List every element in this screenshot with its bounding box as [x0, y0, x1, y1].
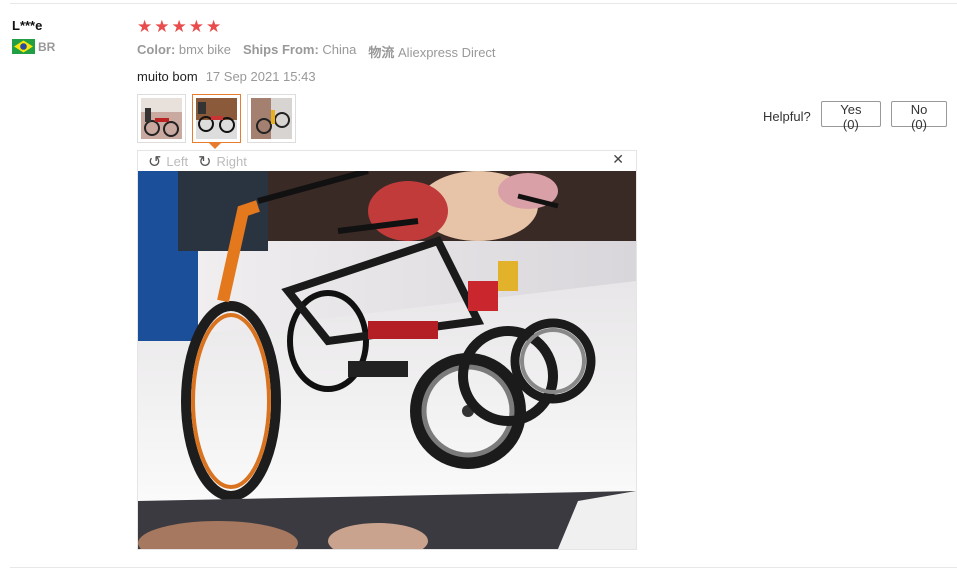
brazil-flag-icon — [12, 39, 35, 54]
helpful-yes-button[interactable]: Yes (0) — [820, 101, 882, 132]
rotate-right-button[interactable]: ↻ Right — [198, 152, 247, 171]
star-icon: ★ — [137, 17, 153, 37]
review-date: 17 Sep 2021 15:43 — [205, 69, 316, 84]
attribute-logistics: 物流 Aliexpress Direct — [368, 45, 496, 60]
bike-thumbnail-image — [196, 98, 237, 139]
bike-thumbnail-image — [251, 98, 292, 139]
review-thumbnail[interactable] — [137, 94, 186, 143]
review-line: muito bom 17 Sep 2021 15:43 — [137, 69, 496, 84]
bike-thumbnail-image — [141, 98, 182, 139]
rotate-right-label: Right — [216, 153, 247, 169]
helpful-no-button[interactable]: No (0) — [891, 101, 947, 132]
thumbnail-strip — [137, 94, 296, 143]
image-viewer: ↺ Left ↻ Right ✕ — [137, 150, 637, 550]
rotate-left-button[interactable]: ↺ Left — [148, 152, 188, 171]
star-icon: ★ — [188, 17, 204, 37]
star-icon: ★ — [154, 17, 170, 37]
buyer-name: L***e — [12, 18, 43, 33]
helpful-vote: Helpful? Yes (0) No (0) — [763, 101, 957, 132]
viewer-toolbar: ↺ Left ↻ Right ✕ — [138, 151, 636, 171]
rotate-left-label: Left — [166, 153, 189, 169]
review-photo[interactable] — [138, 171, 636, 549]
star-icon: ★ — [206, 17, 222, 37]
review-thumbnail[interactable] — [247, 94, 296, 143]
bottom-divider — [10, 567, 957, 568]
order-attributes: Color: bmx bike Ships From: China 物流 Ali… — [137, 42, 496, 61]
buyer-country: BR — [12, 39, 55, 54]
review-content: ★ ★ ★ ★ ★ Color: bmx bike Ships From: Ch… — [137, 18, 496, 84]
review-thumbnail-active[interactable] — [192, 94, 241, 143]
attribute-ships-from: Ships From: China — [242, 42, 357, 57]
buyer-info: L***e BR — [12, 18, 55, 54]
rotate-left-icon: ↺ — [148, 151, 162, 171]
active-thumbnail-pointer — [209, 143, 221, 149]
helpful-label: Helpful? — [763, 108, 811, 124]
country-code: BR — [38, 39, 56, 54]
star-rating: ★ ★ ★ ★ ★ — [137, 18, 496, 36]
review-text: muito bom — [137, 69, 198, 84]
top-divider — [10, 3, 957, 4]
rotate-right-icon: ↻ — [198, 151, 212, 171]
attribute-color: Color: bmx bike — [137, 42, 231, 57]
star-icon: ★ — [171, 17, 187, 37]
close-icon[interactable]: ✕ — [612, 152, 624, 168]
